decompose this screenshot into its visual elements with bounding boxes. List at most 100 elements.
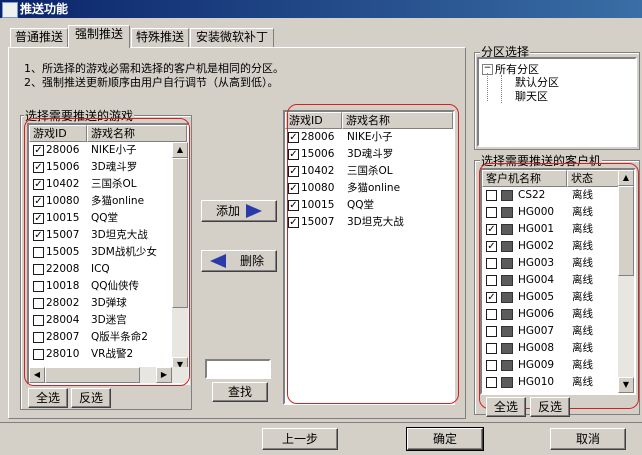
- clients-list[interactable]: 客户机名称 状态 CS22 离线 HG000 离线 ✓ HG001 离线 ✓ HG002 离线 HG…: [480, 168, 636, 395]
- table-row[interactable]: HG006 离线: [482, 306, 634, 323]
- table-row[interactable]: HG003 离线: [482, 255, 634, 272]
- add-button[interactable]: 添加: [201, 200, 277, 222]
- vertical-scrollbar[interactable]: ▲ ▼: [172, 142, 188, 373]
- table-row[interactable]: ✓ HG005 离线: [482, 289, 634, 306]
- table-row[interactable]: ✓ 10402 三国杀OL: [29, 176, 188, 193]
- row-checkbox[interactable]: [486, 377, 497, 388]
- source-invert-button[interactable]: 反选: [71, 388, 111, 408]
- previous-button[interactable]: 上一步: [262, 428, 338, 450]
- table-row[interactable]: HG007 离线: [482, 323, 634, 340]
- row-checkbox[interactable]: ✓: [486, 241, 497, 252]
- row-checkbox[interactable]: ✓: [33, 162, 44, 173]
- row-checkbox[interactable]: [486, 360, 497, 371]
- horizontal-scrollbar[interactable]: ◀ ▶: [29, 367, 188, 383]
- row-checkbox[interactable]: [33, 281, 44, 292]
- table-row[interactable]: ✓ 10080 多猫online: [29, 193, 188, 210]
- scroll-thumb-horizontal[interactable]: [45, 367, 140, 383]
- table-row[interactable]: ✓ HG001 离线: [482, 221, 634, 238]
- table-row[interactable]: HG000 离线: [482, 204, 634, 221]
- row-checkbox[interactable]: ✓: [288, 217, 299, 228]
- row-checkbox[interactable]: [486, 190, 497, 201]
- column-header-client-name[interactable]: 客户机名称: [482, 170, 567, 187]
- table-row[interactable]: HG009 离线: [482, 357, 634, 374]
- table-row[interactable]: ✓ 10015 QQ堂: [29, 210, 188, 227]
- scroll-right-icon[interactable]: ▶: [156, 367, 172, 383]
- row-checkbox[interactable]: ✓: [33, 179, 44, 190]
- source-games-list[interactable]: 游戏ID 游戏名称 ✓ 28006 NIKE小子 ✓ 15006 3D魂斗罗 ✓ 10402 三…: [27, 123, 190, 385]
- column-header-game-id[interactable]: 游戏ID: [285, 112, 342, 129]
- table-row[interactable]: ✓ 15007 3D坦克大战: [285, 214, 453, 231]
- delete-button[interactable]: 删除: [201, 250, 277, 272]
- row-checkbox[interactable]: [33, 264, 44, 275]
- table-row[interactable]: 28007 Q版半条命2: [29, 329, 188, 346]
- table-row[interactable]: ✓ 15006 3D魂斗罗: [29, 159, 188, 176]
- row-checkbox[interactable]: ✓: [288, 132, 299, 143]
- row-checkbox[interactable]: [486, 326, 497, 337]
- search-button[interactable]: 查找: [212, 382, 268, 402]
- row-checkbox[interactable]: ✓: [288, 166, 299, 177]
- row-checkbox[interactable]: [486, 207, 497, 218]
- table-row[interactable]: 10018 QQ仙侠传: [29, 278, 188, 295]
- table-row[interactable]: 28002 3D弹球: [29, 295, 188, 312]
- table-row[interactable]: ✓ 15007 3D坦克大战: [29, 227, 188, 244]
- scroll-down-icon[interactable]: ▼: [618, 377, 634, 393]
- row-checkbox[interactable]: [33, 349, 44, 360]
- row-checkbox[interactable]: [486, 309, 497, 320]
- search-input[interactable]: [205, 359, 271, 379]
- table-row[interactable]: ✓ 10402 三国杀OL: [285, 163, 453, 180]
- title-bar[interactable]: 推送功能: [0, 0, 642, 18]
- row-checkbox[interactable]: ✓: [486, 292, 497, 303]
- tab-ms-patch[interactable]: 安装微软补丁: [190, 28, 274, 47]
- clients-select-all-button[interactable]: 全选: [486, 397, 526, 417]
- row-checkbox[interactable]: ✓: [33, 213, 44, 224]
- row-checkbox[interactable]: ✓: [288, 200, 299, 211]
- scroll-up-icon[interactable]: ▲: [618, 170, 634, 186]
- row-checkbox[interactable]: [33, 332, 44, 343]
- tab-forced-push[interactable]: 强制推送: [68, 25, 130, 48]
- tab-normal-push[interactable]: 普通推送: [10, 28, 68, 47]
- table-row[interactable]: 28010 VR战警2: [29, 346, 188, 363]
- table-row[interactable]: ✓ 10015 QQ堂: [285, 197, 453, 214]
- row-checkbox[interactable]: ✓: [288, 149, 299, 160]
- selected-games-list[interactable]: 游戏ID 游戏名称 ✓ 28006 NIKE小子 ✓ 15006 3D魂斗罗 ✓ 10402 三…: [283, 110, 455, 405]
- row-checkbox[interactable]: ✓: [288, 183, 299, 194]
- scroll-thumb[interactable]: [618, 186, 634, 276]
- row-checkbox[interactable]: [486, 343, 497, 354]
- table-row[interactable]: 22008 ICQ: [29, 261, 188, 278]
- row-checkbox[interactable]: [486, 275, 497, 286]
- scroll-up-icon[interactable]: ▲: [172, 142, 188, 158]
- scroll-thumb[interactable]: [172, 158, 188, 308]
- clients-invert-button[interactable]: 反选: [530, 397, 570, 417]
- row-checkbox[interactable]: [33, 298, 44, 309]
- table-row[interactable]: HG004 离线: [482, 272, 634, 289]
- column-header-game-name[interactable]: 游戏名称: [342, 112, 453, 129]
- row-checkbox[interactable]: [33, 247, 44, 258]
- row-checkbox[interactable]: [486, 258, 497, 269]
- table-row[interactable]: 15005 3DM战机少女: [29, 244, 188, 261]
- scroll-left-icon[interactable]: ◀: [29, 367, 45, 383]
- table-row[interactable]: 28004 3D迷宫: [29, 312, 188, 329]
- table-row[interactable]: ✓ 10080 多猫online: [285, 180, 453, 197]
- table-row[interactable]: ✓ 28006 NIKE小子: [285, 129, 453, 146]
- row-checkbox[interactable]: ✓: [33, 145, 44, 156]
- table-row[interactable]: HG010 离线: [482, 374, 634, 391]
- column-header-game-id[interactable]: 游戏ID: [29, 125, 87, 142]
- table-row[interactable]: CS22 离线: [482, 187, 634, 204]
- tree-item-chat[interactable]: 聊天区: [515, 88, 548, 104]
- ok-button[interactable]: 确定: [406, 427, 484, 451]
- table-row[interactable]: HG008 离线: [482, 340, 634, 357]
- column-header-game-name[interactable]: 游戏名称: [87, 125, 187, 142]
- row-checkbox[interactable]: ✓: [33, 230, 44, 241]
- table-row[interactable]: ✓ 15006 3D魂斗罗: [285, 146, 453, 163]
- vertical-scrollbar[interactable]: ▲ ▼: [618, 170, 634, 393]
- tab-special-push[interactable]: 特殊推送: [131, 28, 189, 47]
- cancel-button[interactable]: 取消: [550, 428, 626, 450]
- row-checkbox[interactable]: ✓: [33, 196, 44, 207]
- row-checkbox[interactable]: [33, 315, 44, 326]
- column-header-status[interactable]: 状态: [567, 170, 620, 187]
- row-checkbox[interactable]: ✓: [486, 224, 497, 235]
- partition-tree[interactable]: − 所有分区 默认分区 聊天区: [477, 57, 637, 147]
- source-select-all-button[interactable]: 全选: [28, 388, 68, 408]
- table-row[interactable]: ✓ HG002 离线: [482, 238, 634, 255]
- table-row[interactable]: ✓ 28006 NIKE小子: [29, 142, 188, 159]
